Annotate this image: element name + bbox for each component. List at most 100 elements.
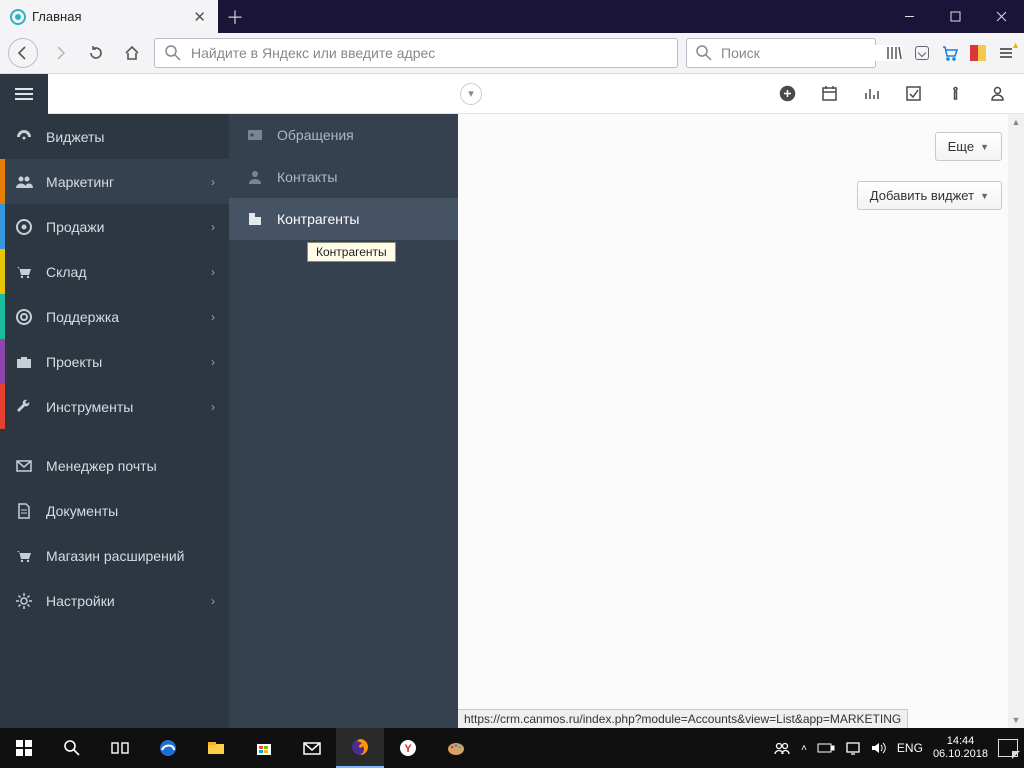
taskbar-app-edge[interactable]	[144, 728, 192, 768]
library-icon[interactable]	[884, 44, 904, 62]
taskview-button[interactable]	[96, 728, 144, 768]
add-icon[interactable]	[778, 85, 796, 103]
submenu-item-label: Обращения	[277, 127, 354, 143]
sidebar-item-label: Маркетинг	[46, 174, 114, 190]
start-button[interactable]	[0, 728, 48, 768]
sidebar-item-label: Проекты	[46, 354, 102, 370]
sidebar-item-support[interactable]: Поддержка ›	[0, 294, 229, 339]
windows-taskbar: Y ˄ ENG 14:44 06.10.2018	[0, 728, 1024, 768]
chevron-right-icon: ›	[211, 175, 215, 189]
window-controls	[886, 0, 1024, 33]
sidebar-item-extensions[interactable]: Магазин расширений	[0, 533, 229, 578]
refresh-dropdown-button[interactable]: ▾	[460, 83, 482, 105]
nav-forward-button[interactable]	[46, 39, 74, 67]
taskbar-clock[interactable]: 14:44 06.10.2018	[933, 735, 988, 761]
taskbar-app-firefox[interactable]	[336, 728, 384, 768]
window-close-button[interactable]	[978, 0, 1024, 33]
search-button[interactable]	[48, 728, 96, 768]
action-center-button[interactable]	[998, 739, 1018, 757]
scroll-up-button[interactable]: ▲	[1008, 114, 1024, 130]
browser-titlebar: Главная ✕ ＋	[0, 0, 1024, 33]
chevron-right-icon: ›	[211, 400, 215, 414]
taskbar-app-yandex[interactable]: Y	[384, 728, 432, 768]
scroll-down-button[interactable]: ▼	[1008, 712, 1024, 728]
calendar-icon[interactable]	[820, 85, 838, 103]
building-icon	[245, 210, 265, 228]
window-minimize-button[interactable]	[886, 0, 932, 33]
nav-back-button[interactable]	[8, 38, 38, 68]
pocket-icon[interactable]	[912, 46, 932, 60]
taskbar-date: 06.10.2018	[933, 748, 988, 761]
window-maximize-button[interactable]	[932, 0, 978, 33]
browser-menu-button[interactable]	[996, 44, 1016, 62]
submenu-item-label: Контрагенты	[277, 211, 359, 227]
sidebar-item-marketing[interactable]: Маркетинг ›	[0, 159, 229, 204]
language-indicator[interactable]: ENG	[897, 741, 923, 755]
search-input[interactable]	[721, 45, 902, 61]
app-content: Виджеты Маркетинг › Продажи › Склад › По…	[0, 114, 1024, 728]
briefcase-icon	[14, 353, 34, 371]
taskbar-app-paint[interactable]	[432, 728, 480, 768]
info-icon[interactable]	[946, 85, 964, 103]
address-input[interactable]	[191, 45, 669, 61]
hover-tooltip: Контрагенты	[307, 242, 396, 262]
address-bar[interactable]	[154, 38, 678, 68]
bookmark-flag-icon[interactable]	[968, 45, 988, 61]
svg-text:Y: Y	[404, 743, 412, 755]
user-icon[interactable]	[988, 85, 1006, 103]
more-button[interactable]: Еще▼	[935, 132, 1002, 161]
sidebar-item-widgets[interactable]: Виджеты	[0, 114, 229, 159]
submenu-item-contacts[interactable]: Контакты	[229, 156, 458, 198]
primary-sidebar: Виджеты Маркетинг › Продажи › Склад › По…	[0, 114, 229, 728]
taskbar-app-mail[interactable]	[288, 728, 336, 768]
search-icon	[695, 44, 713, 62]
sidebar-item-sales[interactable]: Продажи ›	[0, 204, 229, 249]
browser-toolbar	[0, 33, 1024, 74]
sidebar-item-warehouse[interactable]: Склад ›	[0, 249, 229, 294]
secondary-sidebar: Обращения Контакты Контрагенты	[229, 114, 458, 728]
nav-reload-button[interactable]	[82, 39, 110, 67]
search-bar[interactable]	[686, 38, 876, 68]
chevron-right-icon: ›	[211, 310, 215, 324]
cart-icon	[14, 547, 34, 565]
nav-home-button[interactable]	[118, 39, 146, 67]
app-toolbar: ▾	[0, 74, 1024, 114]
sidebar-item-mailmanager[interactable]: Менеджер почты	[0, 443, 229, 488]
report-icon[interactable]	[862, 85, 880, 103]
network-tray-icon[interactable]	[845, 741, 861, 755]
main-panel: Еще▼ Добавить виджет▼ ▲ ▼ https://crm.ca…	[458, 114, 1024, 728]
taskbar-app-explorer[interactable]	[192, 728, 240, 768]
people-icon	[14, 173, 34, 191]
id-card-icon	[245, 126, 265, 144]
sidebar-item-label: Настройки	[46, 593, 115, 609]
cart-icon[interactable]	[940, 44, 960, 62]
tasks-icon[interactable]	[904, 85, 922, 103]
gear-icon	[14, 592, 34, 610]
sidebar-toggle-button[interactable]	[0, 74, 48, 114]
tab-title: Главная	[32, 9, 183, 24]
sidebar-item-documents[interactable]: Документы	[0, 488, 229, 533]
volume-tray-icon[interactable]	[871, 741, 887, 755]
browser-tab[interactable]: Главная ✕	[0, 0, 218, 33]
add-widget-button-label: Добавить виджет	[870, 188, 974, 203]
document-icon	[14, 502, 34, 520]
submenu-item-leads[interactable]: Обращения	[229, 114, 458, 156]
taskbar-app-store[interactable]	[240, 728, 288, 768]
sidebar-item-settings[interactable]: Настройки ›	[0, 578, 229, 623]
caret-down-icon: ▼	[980, 142, 989, 152]
new-tab-button[interactable]: ＋	[218, 0, 252, 33]
vertical-scrollbar[interactable]: ▲ ▼	[1008, 114, 1024, 728]
submenu-item-accounts[interactable]: Контрагенты	[229, 198, 458, 240]
sidebar-item-tools[interactable]: Инструменты ›	[0, 384, 229, 429]
people-tray-icon[interactable]	[773, 739, 791, 757]
tray-overflow-button[interactable]: ˄	[801, 743, 807, 754]
battery-tray-icon[interactable]	[817, 742, 835, 754]
tab-close-button[interactable]: ✕	[189, 8, 210, 26]
sidebar-item-label: Магазин расширений	[46, 548, 184, 564]
add-widget-button[interactable]: Добавить виджет▼	[857, 181, 1002, 210]
chevron-right-icon: ›	[211, 220, 215, 234]
search-icon	[163, 44, 183, 62]
sidebar-item-projects[interactable]: Проекты ›	[0, 339, 229, 384]
person-icon	[245, 168, 265, 186]
sidebar-item-label: Виджеты	[46, 129, 105, 145]
